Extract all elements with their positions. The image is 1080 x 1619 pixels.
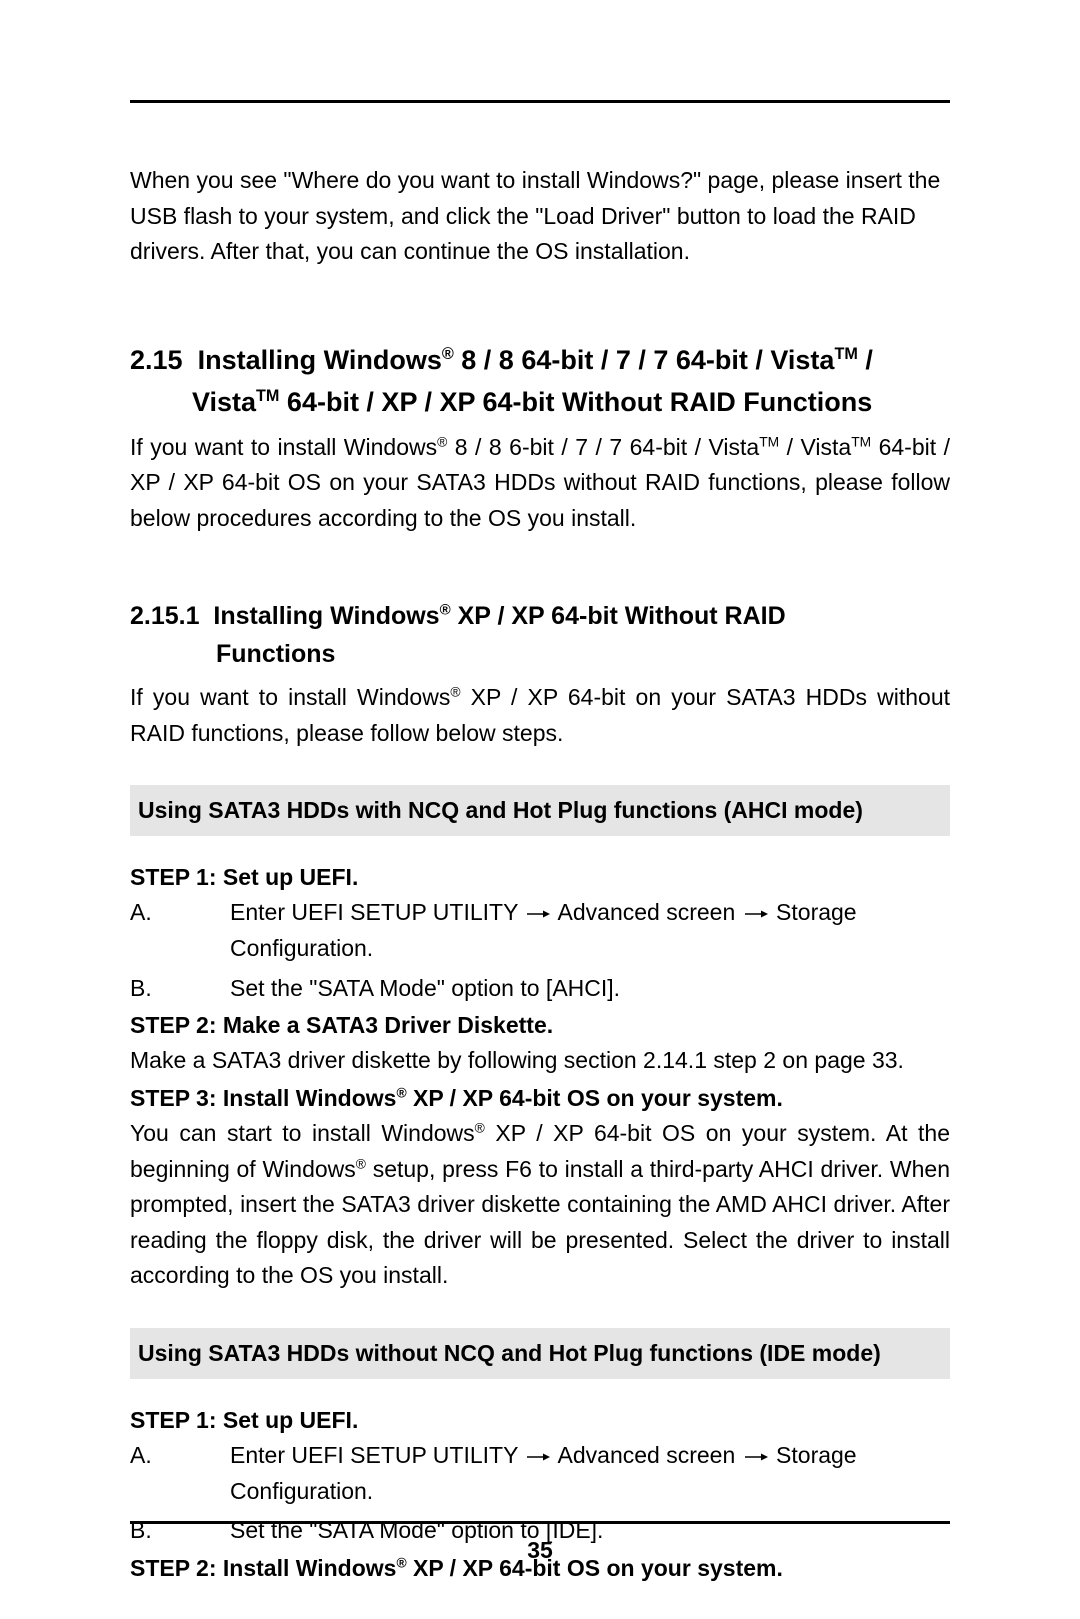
registered-mark: ® bbox=[396, 1085, 406, 1100]
heading-text: Functions bbox=[130, 635, 950, 674]
list-body: Set the "SATA Mode" option to [AHCI]. bbox=[230, 971, 950, 1007]
text: Advanced screen bbox=[558, 899, 736, 925]
ahci-step3-title: STEP 3: Install Windows® XP / XP 64-bit … bbox=[130, 1085, 950, 1112]
registered-mark: ® bbox=[356, 1156, 366, 1171]
bottom-rule bbox=[130, 1521, 950, 1524]
heading-text: Vista bbox=[192, 387, 256, 417]
ahci-step2-body: Make a SATA3 driver diskette by followin… bbox=[130, 1043, 950, 1079]
section-2-15-heading: 2.15 Installing Windows® 8 / 8 64-bit / … bbox=[130, 340, 950, 424]
list-label: A. bbox=[130, 1438, 230, 1509]
text: / Vista bbox=[779, 434, 851, 460]
text: Enter UEFI SETUP UTILITY bbox=[230, 899, 518, 925]
registered-mark: ® bbox=[442, 345, 454, 363]
arrow-icon bbox=[742, 895, 770, 931]
section-2-15-1-heading: 2.15.1 Installing Windows® XP / XP 64-bi… bbox=[130, 597, 950, 675]
ahci-step1-a: A. Enter UEFI SETUP UTILITY Advanced scr… bbox=[130, 895, 950, 966]
section-2-15-body: If you want to install Windows® 8 / 8 6-… bbox=[130, 430, 950, 537]
registered-mark: ® bbox=[440, 601, 451, 618]
arrow-icon bbox=[524, 1438, 552, 1474]
section-2-15-1-body: If you want to install Windows® XP / XP … bbox=[130, 680, 950, 751]
text: XP / XP 64-bit OS on your system. bbox=[407, 1085, 783, 1111]
registered-mark: ® bbox=[437, 434, 447, 449]
arrow-icon bbox=[524, 895, 552, 931]
list-label: B. bbox=[130, 971, 230, 1007]
section-number: 2.15 bbox=[130, 345, 183, 375]
text: 8 / 8 6-bit / 7 / 7 64-bit / Vista bbox=[447, 434, 759, 460]
list-label: A. bbox=[130, 895, 230, 966]
document-page: When you see "Where do you want to insta… bbox=[0, 0, 1080, 1619]
text: STEP 3: Install Windows bbox=[130, 1085, 396, 1111]
trademark: TM bbox=[759, 434, 779, 449]
subsection-number: 2.15.1 bbox=[130, 602, 200, 630]
heading-text: XP / XP 64-bit Without RAID bbox=[451, 602, 786, 630]
ide-step1-title: STEP 1: Set up UEFI. bbox=[130, 1407, 950, 1434]
text: If you want to install Windows bbox=[130, 434, 437, 460]
heading-text: / bbox=[858, 345, 873, 375]
trademark: TM bbox=[834, 345, 857, 363]
heading-text: Installing Windows bbox=[213, 602, 439, 630]
ahci-step1-b: B. Set the "SATA Mode" option to [AHCI]. bbox=[130, 971, 950, 1007]
list-body: Enter UEFI SETUP UTILITY Advanced screen… bbox=[230, 1438, 950, 1509]
trademark: TM bbox=[256, 387, 279, 405]
text: Advanced screen bbox=[558, 1442, 736, 1468]
ahci-step2-title: STEP 2: Make a SATA3 Driver Diskette. bbox=[130, 1012, 950, 1039]
page-number: 35 bbox=[0, 1537, 1080, 1564]
heading-text: 64-bit / XP / XP 64-bit Without RAID Fun… bbox=[279, 387, 872, 417]
ahci-step3-body: You can start to install Windows® XP / X… bbox=[130, 1116, 950, 1294]
top-rule bbox=[130, 100, 950, 103]
intro-paragraph: When you see "Where do you want to insta… bbox=[130, 163, 950, 270]
text: If you want to install Windows bbox=[130, 684, 450, 710]
ahci-step1-title: STEP 1: Set up UEFI. bbox=[130, 864, 950, 891]
ide-step1-a: A. Enter UEFI SETUP UTILITY Advanced scr… bbox=[130, 1438, 950, 1509]
ahci-mode-heading-band: Using SATA3 HDDs with NCQ and Hot Plug f… bbox=[130, 785, 950, 836]
ide-mode-heading-band: Using SATA3 HDDs without NCQ and Hot Plu… bbox=[130, 1328, 950, 1379]
list-body: Enter UEFI SETUP UTILITY Advanced screen… bbox=[230, 895, 950, 966]
registered-mark: ® bbox=[450, 684, 460, 699]
text: Enter UEFI SETUP UTILITY bbox=[230, 1442, 518, 1468]
registered-mark: ® bbox=[475, 1120, 485, 1135]
trademark: TM bbox=[851, 434, 871, 449]
heading-text: Installing Windows bbox=[198, 345, 442, 375]
arrow-icon bbox=[742, 1438, 770, 1474]
heading-text: 8 / 8 64-bit / 7 / 7 64-bit / Vista bbox=[454, 345, 835, 375]
text: You can start to install Windows bbox=[130, 1120, 475, 1146]
